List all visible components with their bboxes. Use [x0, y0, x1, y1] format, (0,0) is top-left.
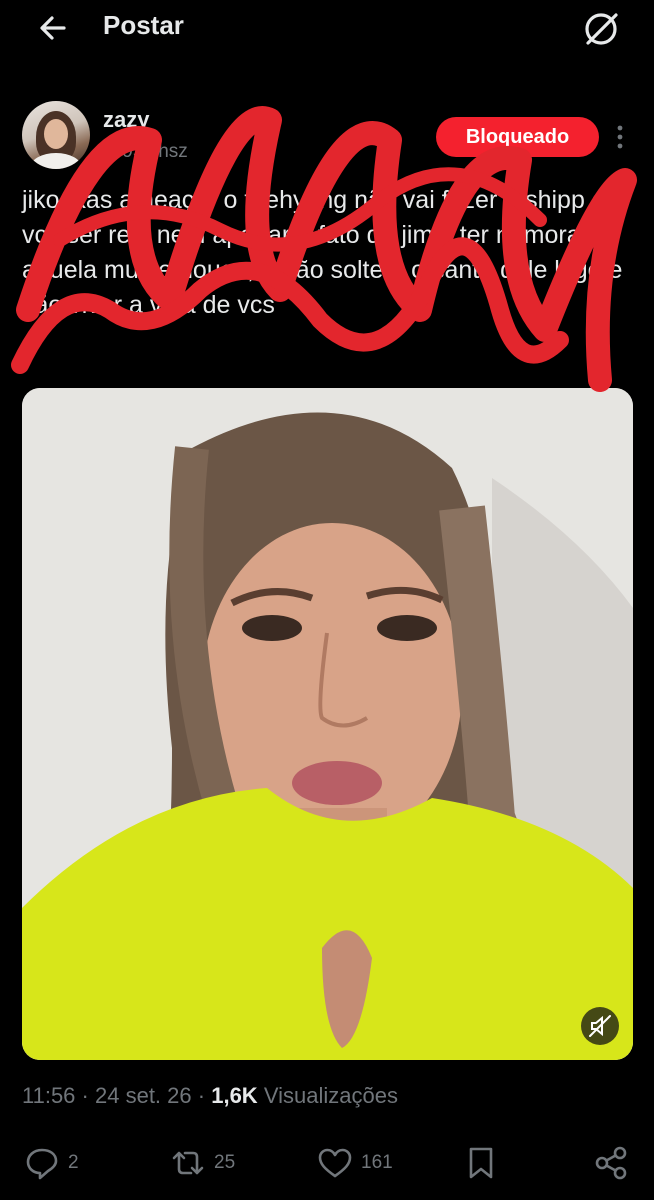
repost-button[interactable]: 25 — [170, 1140, 235, 1186]
page-title: Postar — [103, 10, 184, 40]
more-vertical-icon[interactable] — [610, 122, 630, 152]
reply-count: 2 — [68, 1152, 79, 1173]
grok-icon[interactable] — [578, 6, 624, 52]
repost-count: 25 — [214, 1152, 236, 1173]
meta-separator: · — [81, 1083, 89, 1108]
mute-icon[interactable] — [581, 1007, 619, 1045]
author-name[interactable]: zazy — [103, 107, 149, 133]
author-handle[interactable]: @95kthsz — [103, 141, 188, 163]
reply-button[interactable]: 2 — [24, 1140, 79, 1186]
tweet-date: 24 set. 26 — [95, 1083, 192, 1108]
reply-icon — [26, 1148, 58, 1180]
views-label: Visualizações — [263, 1083, 398, 1108]
share-icon — [595, 1146, 627, 1180]
video-frame-image — [22, 388, 633, 1060]
blocked-button[interactable]: Bloqueado — [436, 117, 599, 157]
share-button[interactable] — [593, 1140, 629, 1186]
meta-separator: · — [197, 1083, 206, 1108]
like-count: 161 — [361, 1152, 393, 1173]
like-button[interactable]: 161 — [317, 1140, 393, 1186]
video-media[interactable] — [22, 388, 633, 1060]
tweet-text: jikookas ameaçar o taehyung não vai faze… — [22, 186, 623, 319]
bookmark-icon — [469, 1147, 493, 1179]
like-icon — [318, 1148, 352, 1178]
tweet-meta: 11:56 · 24 set. 26 · 1,6K Visualizações — [22, 1083, 398, 1109]
bookmark-button[interactable] — [463, 1140, 499, 1186]
views-count: 1,6K — [211, 1083, 258, 1108]
tweet-time: 11:56 — [22, 1083, 76, 1108]
top-bar: Postar — [0, 0, 654, 56]
avatar[interactable] — [22, 101, 90, 169]
action-bar: 2 25 161 — [0, 1140, 654, 1190]
back-arrow-icon[interactable] — [34, 8, 74, 48]
repost-icon — [172, 1151, 204, 1175]
